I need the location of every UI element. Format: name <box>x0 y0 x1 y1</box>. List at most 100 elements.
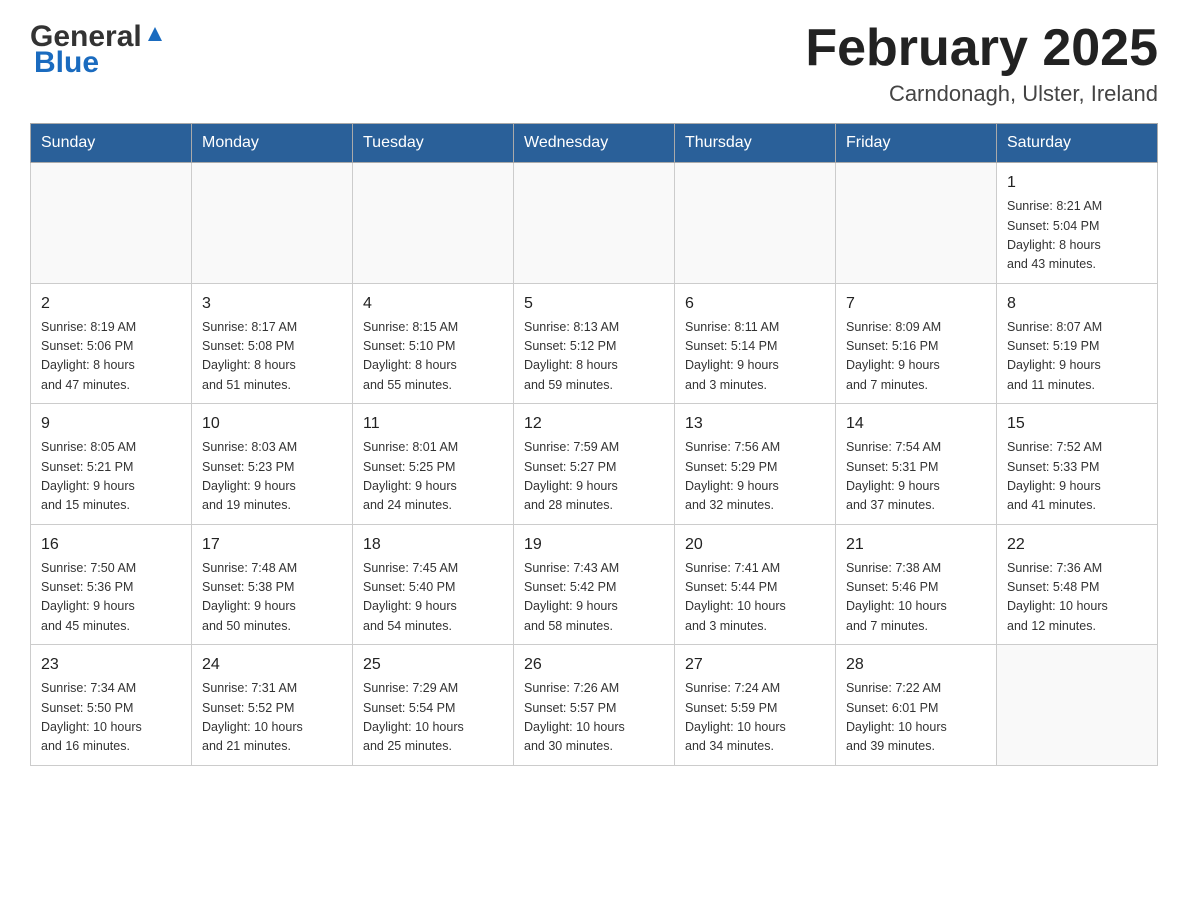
day-info: Sunrise: 7:26 AMSunset: 5:57 PMDaylight:… <box>524 679 664 757</box>
calendar-week-row: 1Sunrise: 8:21 AMSunset: 5:04 PMDaylight… <box>31 163 1158 284</box>
calendar-cell <box>353 163 514 284</box>
calendar-cell: 3Sunrise: 8:17 AMSunset: 5:08 PMDaylight… <box>192 283 353 404</box>
calendar-cell <box>675 163 836 284</box>
day-info: Sunrise: 8:05 AMSunset: 5:21 PMDaylight:… <box>41 438 181 516</box>
calendar-cell <box>836 163 997 284</box>
logo-triangle-icon <box>144 23 166 45</box>
day-info: Sunrise: 7:36 AMSunset: 5:48 PMDaylight:… <box>1007 559 1147 637</box>
calendar-cell: 18Sunrise: 7:45 AMSunset: 5:40 PMDayligh… <box>353 524 514 645</box>
day-number: 25 <box>363 653 503 677</box>
header: General Blue February 2025 Carndonagh, U… <box>30 20 1158 107</box>
calendar-cell: 14Sunrise: 7:54 AMSunset: 5:31 PMDayligh… <box>836 404 997 525</box>
calendar-cell: 2Sunrise: 8:19 AMSunset: 5:06 PMDaylight… <box>31 283 192 404</box>
calendar-cell: 21Sunrise: 7:38 AMSunset: 5:46 PMDayligh… <box>836 524 997 645</box>
day-header-thursday: Thursday <box>675 124 836 163</box>
calendar-cell: 10Sunrise: 8:03 AMSunset: 5:23 PMDayligh… <box>192 404 353 525</box>
day-number: 22 <box>1007 533 1147 557</box>
day-info: Sunrise: 7:31 AMSunset: 5:52 PMDaylight:… <box>202 679 342 757</box>
day-number: 18 <box>363 533 503 557</box>
day-number: 11 <box>363 412 503 436</box>
calendar-cell: 26Sunrise: 7:26 AMSunset: 5:57 PMDayligh… <box>514 645 675 766</box>
calendar-cell: 16Sunrise: 7:50 AMSunset: 5:36 PMDayligh… <box>31 524 192 645</box>
day-number: 12 <box>524 412 664 436</box>
calendar-cell: 23Sunrise: 7:34 AMSunset: 5:50 PMDayligh… <box>31 645 192 766</box>
day-info: Sunrise: 8:01 AMSunset: 5:25 PMDaylight:… <box>363 438 503 516</box>
day-info: Sunrise: 7:50 AMSunset: 5:36 PMDaylight:… <box>41 559 181 637</box>
day-number: 27 <box>685 653 825 677</box>
day-info: Sunrise: 7:41 AMSunset: 5:44 PMDaylight:… <box>685 559 825 637</box>
day-info: Sunrise: 8:19 AMSunset: 5:06 PMDaylight:… <box>41 318 181 396</box>
day-number: 7 <box>846 292 986 316</box>
subtitle: Carndonagh, Ulster, Ireland <box>805 81 1158 107</box>
calendar-cell <box>192 163 353 284</box>
day-number: 17 <box>202 533 342 557</box>
day-info: Sunrise: 8:09 AMSunset: 5:16 PMDaylight:… <box>846 318 986 396</box>
calendar-cell: 24Sunrise: 7:31 AMSunset: 5:52 PMDayligh… <box>192 645 353 766</box>
calendar-cell: 6Sunrise: 8:11 AMSunset: 5:14 PMDaylight… <box>675 283 836 404</box>
day-number: 3 <box>202 292 342 316</box>
calendar-cell <box>997 645 1158 766</box>
day-info: Sunrise: 7:34 AMSunset: 5:50 PMDaylight:… <box>41 679 181 757</box>
day-number: 16 <box>41 533 181 557</box>
day-info: Sunrise: 7:54 AMSunset: 5:31 PMDaylight:… <box>846 438 986 516</box>
calendar-cell: 4Sunrise: 8:15 AMSunset: 5:10 PMDaylight… <box>353 283 514 404</box>
day-info: Sunrise: 8:13 AMSunset: 5:12 PMDaylight:… <box>524 318 664 396</box>
calendar-cell <box>514 163 675 284</box>
day-info: Sunrise: 7:59 AMSunset: 5:27 PMDaylight:… <box>524 438 664 516</box>
day-number: 1 <box>1007 171 1147 195</box>
day-info: Sunrise: 8:21 AMSunset: 5:04 PMDaylight:… <box>1007 197 1147 275</box>
day-info: Sunrise: 8:17 AMSunset: 5:08 PMDaylight:… <box>202 318 342 396</box>
calendar-cell: 27Sunrise: 7:24 AMSunset: 5:59 PMDayligh… <box>675 645 836 766</box>
day-number: 10 <box>202 412 342 436</box>
calendar-cell: 17Sunrise: 7:48 AMSunset: 5:38 PMDayligh… <box>192 524 353 645</box>
calendar-cell: 13Sunrise: 7:56 AMSunset: 5:29 PMDayligh… <box>675 404 836 525</box>
calendar-header-row: SundayMondayTuesdayWednesdayThursdayFrid… <box>31 124 1158 163</box>
calendar-week-row: 9Sunrise: 8:05 AMSunset: 5:21 PMDaylight… <box>31 404 1158 525</box>
day-number: 4 <box>363 292 503 316</box>
calendar-cell: 11Sunrise: 8:01 AMSunset: 5:25 PMDayligh… <box>353 404 514 525</box>
day-info: Sunrise: 8:03 AMSunset: 5:23 PMDaylight:… <box>202 438 342 516</box>
day-number: 26 <box>524 653 664 677</box>
calendar-cell: 7Sunrise: 8:09 AMSunset: 5:16 PMDaylight… <box>836 283 997 404</box>
calendar-cell: 12Sunrise: 7:59 AMSunset: 5:27 PMDayligh… <box>514 404 675 525</box>
calendar-week-row: 16Sunrise: 7:50 AMSunset: 5:36 PMDayligh… <box>31 524 1158 645</box>
day-header-saturday: Saturday <box>997 124 1158 163</box>
day-info: Sunrise: 8:07 AMSunset: 5:19 PMDaylight:… <box>1007 318 1147 396</box>
day-info: Sunrise: 8:11 AMSunset: 5:14 PMDaylight:… <box>685 318 825 396</box>
day-info: Sunrise: 7:45 AMSunset: 5:40 PMDaylight:… <box>363 559 503 637</box>
calendar-cell: 25Sunrise: 7:29 AMSunset: 5:54 PMDayligh… <box>353 645 514 766</box>
page-title: February 2025 <box>805 20 1158 77</box>
calendar-cell: 19Sunrise: 7:43 AMSunset: 5:42 PMDayligh… <box>514 524 675 645</box>
title-area: February 2025 Carndonagh, Ulster, Irelan… <box>805 20 1158 107</box>
day-info: Sunrise: 7:52 AMSunset: 5:33 PMDaylight:… <box>1007 438 1147 516</box>
day-number: 28 <box>846 653 986 677</box>
day-number: 2 <box>41 292 181 316</box>
calendar-week-row: 23Sunrise: 7:34 AMSunset: 5:50 PMDayligh… <box>31 645 1158 766</box>
calendar-week-row: 2Sunrise: 8:19 AMSunset: 5:06 PMDaylight… <box>31 283 1158 404</box>
calendar-cell: 9Sunrise: 8:05 AMSunset: 5:21 PMDaylight… <box>31 404 192 525</box>
logo-blue-text: Blue <box>30 46 99 80</box>
calendar-cell: 1Sunrise: 8:21 AMSunset: 5:04 PMDaylight… <box>997 163 1158 284</box>
day-number: 19 <box>524 533 664 557</box>
day-info: Sunrise: 8:15 AMSunset: 5:10 PMDaylight:… <box>363 318 503 396</box>
day-header-wednesday: Wednesday <box>514 124 675 163</box>
day-header-tuesday: Tuesday <box>353 124 514 163</box>
calendar-cell: 15Sunrise: 7:52 AMSunset: 5:33 PMDayligh… <box>997 404 1158 525</box>
day-info: Sunrise: 7:24 AMSunset: 5:59 PMDaylight:… <box>685 679 825 757</box>
day-number: 9 <box>41 412 181 436</box>
day-number: 21 <box>846 533 986 557</box>
day-number: 13 <box>685 412 825 436</box>
day-number: 24 <box>202 653 342 677</box>
day-info: Sunrise: 7:48 AMSunset: 5:38 PMDaylight:… <box>202 559 342 637</box>
day-info: Sunrise: 7:22 AMSunset: 6:01 PMDaylight:… <box>846 679 986 757</box>
day-number: 14 <box>846 412 986 436</box>
calendar-table: SundayMondayTuesdayWednesdayThursdayFrid… <box>30 123 1158 766</box>
day-info: Sunrise: 7:56 AMSunset: 5:29 PMDaylight:… <box>685 438 825 516</box>
calendar-cell: 28Sunrise: 7:22 AMSunset: 6:01 PMDayligh… <box>836 645 997 766</box>
day-header-friday: Friday <box>836 124 997 163</box>
day-info: Sunrise: 7:38 AMSunset: 5:46 PMDaylight:… <box>846 559 986 637</box>
day-header-monday: Monday <box>192 124 353 163</box>
calendar-cell: 5Sunrise: 8:13 AMSunset: 5:12 PMDaylight… <box>514 283 675 404</box>
calendar-cell <box>31 163 192 284</box>
calendar-cell: 22Sunrise: 7:36 AMSunset: 5:48 PMDayligh… <box>997 524 1158 645</box>
